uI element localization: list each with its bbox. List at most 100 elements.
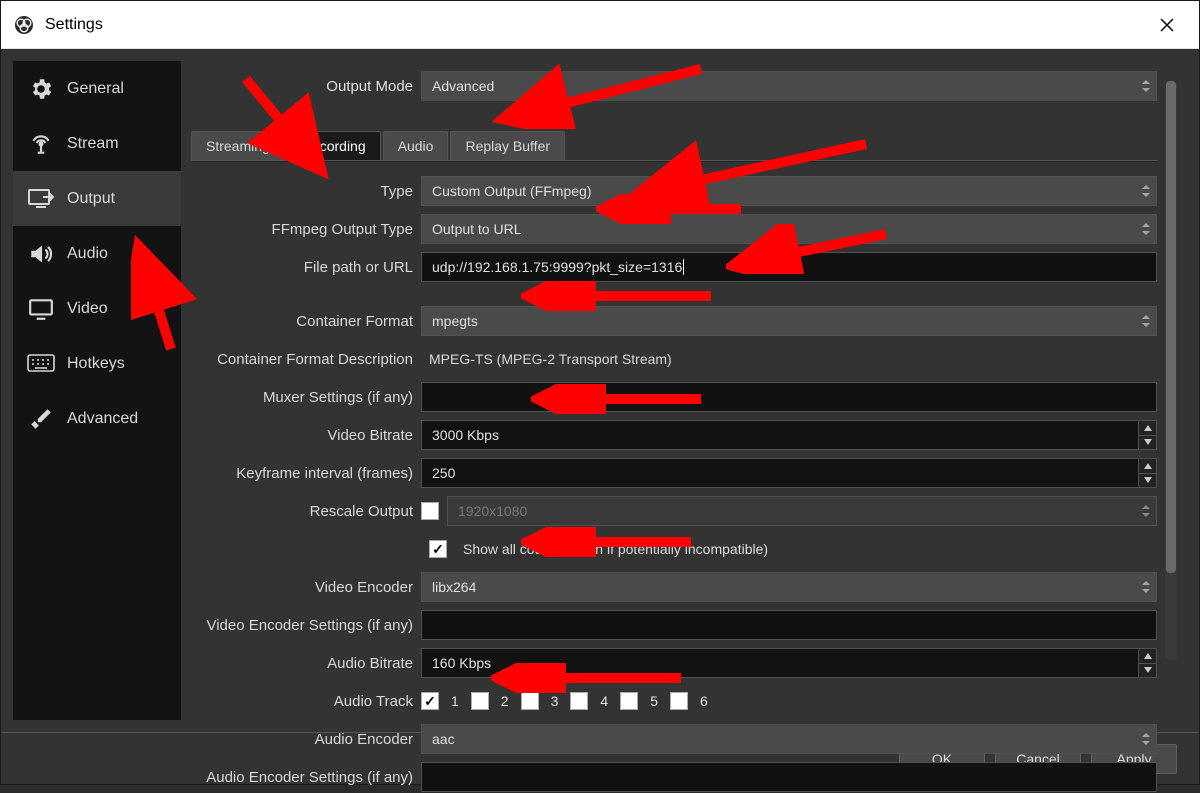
audio-track-4-checkbox[interactable] [570, 692, 588, 710]
audio-track-2-label: 2 [501, 693, 509, 709]
antenna-icon [27, 130, 55, 158]
container-format-select[interactable]: mpegts [421, 306, 1157, 336]
video-bitrate-label: Video Bitrate [191, 427, 421, 444]
app-icon [13, 14, 35, 36]
tab-audio[interactable]: Audio [383, 131, 449, 160]
audio-track-6-checkbox[interactable] [670, 692, 688, 710]
tab-streaming[interactable]: Streaming [191, 131, 285, 160]
updown-icon [1138, 575, 1154, 599]
step-down-icon[interactable] [1139, 474, 1156, 488]
video-enc-settings-label: Video Encoder Settings (if any) [191, 617, 421, 634]
video-encoder-label: Video Encoder [191, 579, 421, 596]
type-select[interactable]: Custom Output (FFmpeg) [421, 176, 1157, 206]
updown-icon [1138, 309, 1154, 333]
rescale-input[interactable]: 1920x1080 [447, 496, 1157, 526]
rescale-label: Rescale Output [191, 503, 421, 520]
audio-track-label: Audio Track [191, 693, 421, 710]
updown-icon [1138, 727, 1154, 751]
audio-enc-settings-input[interactable] [421, 762, 1157, 792]
ffmpeg-output-type-select[interactable]: Output to URL [421, 214, 1157, 244]
sidebar-item-stream[interactable]: Stream [13, 116, 181, 171]
file-path-value: udp://192.168.1.75:9999?pkt_size=1316 [432, 259, 684, 275]
audio-bitrate-input[interactable]: 160 Kbps [421, 648, 1157, 678]
step-up-icon[interactable] [1139, 649, 1156, 664]
output-tabs: Streaming Recording Audio Replay Buffer [191, 131, 1157, 161]
titlebar: Settings [1, 1, 1199, 49]
tools-icon [27, 405, 55, 433]
audio-track-3-label: 3 [551, 693, 559, 709]
audio-track-3-checkbox[interactable] [521, 692, 539, 710]
audio-track-2-checkbox[interactable] [471, 692, 489, 710]
sidebar-item-label: Output [67, 190, 115, 208]
type-value: Custom Output (FFmpeg) [432, 183, 592, 199]
stepper[interactable] [1138, 649, 1156, 677]
sidebar-item-output[interactable]: Output [13, 171, 181, 226]
scrollbar[interactable] [1165, 81, 1177, 660]
output-mode-select[interactable]: Advanced [421, 71, 1157, 101]
rescale-placeholder: 1920x1080 [458, 503, 527, 519]
sidebar-item-label: Advanced [67, 410, 138, 428]
window-title: Settings [45, 16, 103, 34]
sidebar-item-advanced[interactable]: Advanced [13, 391, 181, 446]
output-mode-label: Output Mode [191, 78, 421, 95]
output-icon [27, 185, 55, 213]
video-encoder-select[interactable]: libx264 [421, 572, 1157, 602]
step-up-icon[interactable] [1139, 421, 1156, 436]
video-enc-settings-input[interactable] [421, 610, 1157, 640]
ffmpeg-output-type-label: FFmpeg Output Type [191, 221, 421, 238]
updown-icon [1138, 74, 1154, 98]
sidebar-item-hotkeys[interactable]: Hotkeys [13, 336, 181, 391]
close-button[interactable] [1147, 5, 1187, 45]
audio-encoder-select[interactable]: aac [421, 724, 1157, 754]
video-bitrate-input[interactable]: 3000 Kbps [421, 420, 1157, 450]
keyframe-input[interactable]: 250 [421, 458, 1157, 488]
sidebar-item-label: Stream [67, 135, 119, 153]
sidebar-item-audio[interactable]: Audio [13, 226, 181, 281]
scrollbar-thumb[interactable] [1166, 81, 1176, 573]
container-desc-value: MPEG-TS (MPEG-2 Transport Stream) [421, 344, 1157, 374]
stepper[interactable] [1138, 459, 1156, 487]
updown-icon [1138, 179, 1154, 203]
sidebar-item-video[interactable]: Video [13, 281, 181, 336]
keyframe-label: Keyframe interval (frames) [191, 465, 421, 482]
ffmpeg-output-type-value: Output to URL [432, 221, 522, 237]
stepper[interactable] [1138, 421, 1156, 449]
audio-track-5-checkbox[interactable] [620, 692, 638, 710]
sidebar-item-general[interactable]: General [13, 61, 181, 116]
keyframe-value: 250 [432, 465, 455, 481]
audio-track-4-label: 4 [600, 693, 608, 709]
audio-bitrate-label: Audio Bitrate [191, 655, 421, 672]
step-down-icon[interactable] [1139, 664, 1156, 678]
audio-track-1-checkbox[interactable] [421, 692, 439, 710]
tab-recording[interactable]: Recording [287, 131, 381, 160]
audio-encoder-value: aac [432, 731, 455, 747]
video-bitrate-value: 3000 Kbps [432, 427, 499, 443]
file-path-label: File path or URL [191, 259, 421, 276]
step-up-icon[interactable] [1139, 459, 1156, 474]
rescale-checkbox[interactable] [421, 502, 439, 520]
settings-sidebar: General Stream Output Audio [13, 61, 181, 720]
keyboard-icon [27, 350, 55, 378]
step-down-icon[interactable] [1139, 436, 1156, 450]
audio-enc-settings-label: Audio Encoder Settings (if any) [191, 769, 421, 786]
speaker-icon [27, 240, 55, 268]
sidebar-item-label: General [67, 80, 124, 98]
sidebar-item-label: Audio [67, 245, 108, 263]
audio-track-6-label: 6 [700, 693, 708, 709]
sidebar-item-label: Hotkeys [67, 355, 125, 373]
container-desc-label: Container Format Description [191, 351, 421, 368]
show-all-checkbox[interactable] [429, 540, 447, 558]
settings-content: Output Mode Advanced Streaming Recording… [185, 61, 1187, 720]
muxer-input[interactable] [421, 382, 1157, 412]
sidebar-item-label: Video [67, 300, 108, 318]
gear-icon [27, 75, 55, 103]
container-format-label: Container Format [191, 313, 421, 330]
file-path-input[interactable]: udp://192.168.1.75:9999?pkt_size=1316 [421, 252, 1157, 282]
audio-track-1-label: 1 [451, 693, 459, 709]
container-format-value: mpegts [432, 313, 478, 329]
muxer-label: Muxer Settings (if any) [191, 389, 421, 406]
audio-encoder-label: Audio Encoder [191, 731, 421, 748]
tab-replay-buffer[interactable]: Replay Buffer [450, 131, 565, 160]
type-label: Type [191, 183, 421, 200]
updown-icon [1138, 217, 1154, 241]
